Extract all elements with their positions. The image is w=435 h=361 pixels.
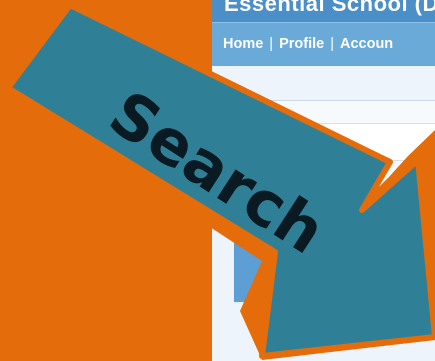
search-arrow: Search bbox=[0, 0, 435, 360]
